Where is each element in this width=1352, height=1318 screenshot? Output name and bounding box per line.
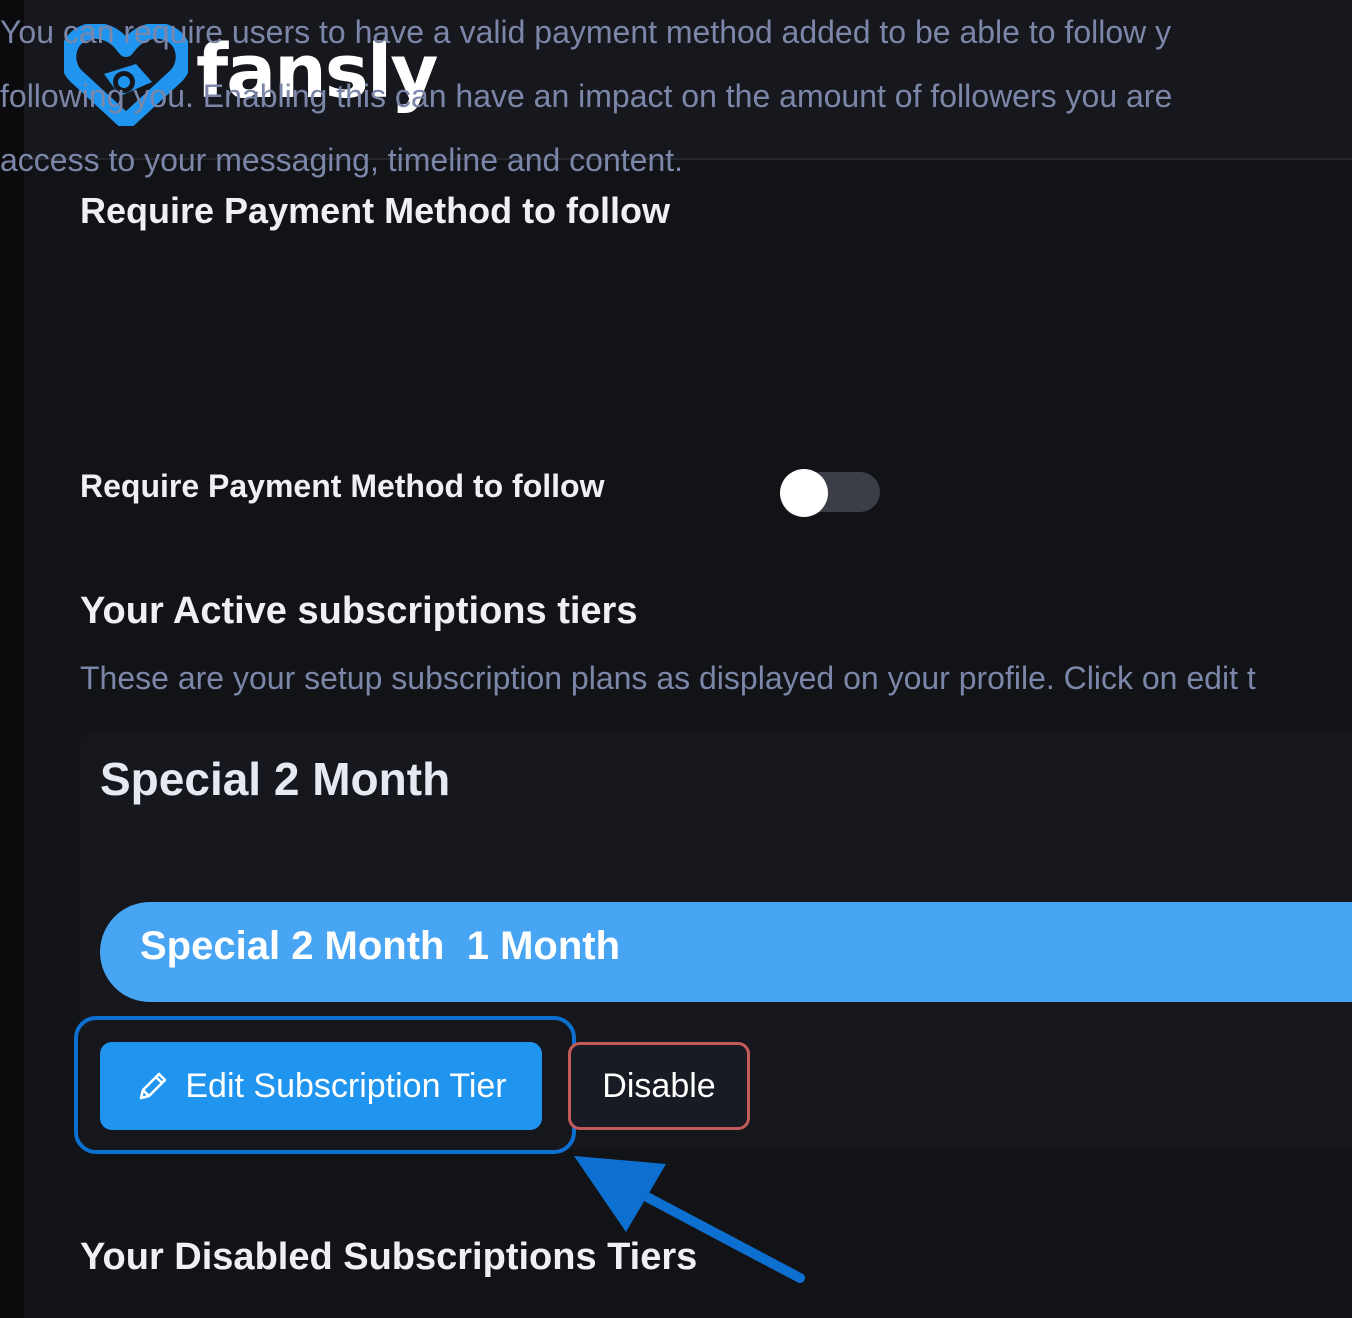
require-payment-toggle-label: Require Payment Method to follow xyxy=(80,468,605,504)
page: fansly Require Payment Method to follow … xyxy=(0,0,1352,1318)
disabled-tiers-title: Your Disabled Subscriptions Tiers xyxy=(80,1236,698,1278)
tier-name: Special 2 Month xyxy=(100,753,451,805)
toggle-knob xyxy=(780,469,828,517)
edit-button-label: Edit Subscription Tier xyxy=(185,1066,507,1105)
description-line: You can require users to have a valid pa… xyxy=(0,14,1172,50)
edit-subscription-tier-button[interactable]: Edit Subscription Tier xyxy=(100,1042,542,1130)
require-payment-title: Require Payment Method to follow xyxy=(80,190,671,231)
active-tiers-title: Your Active subscriptions tiers xyxy=(80,590,638,632)
disable-button-label: Disable xyxy=(602,1066,716,1105)
left-gutter xyxy=(0,0,24,1318)
require-payment-toggle[interactable] xyxy=(780,469,880,517)
description-line: following you. Enabling this can have an… xyxy=(0,78,1173,114)
pencil-icon xyxy=(140,1072,167,1100)
active-tiers-description: These are your setup subscription plans … xyxy=(80,660,1256,696)
disable-tier-button[interactable]: Disable xyxy=(568,1042,750,1130)
description-line: access to your messaging, timeline and c… xyxy=(0,142,684,178)
tier-plan-label: Special 2 Month 1 Month xyxy=(140,924,621,968)
